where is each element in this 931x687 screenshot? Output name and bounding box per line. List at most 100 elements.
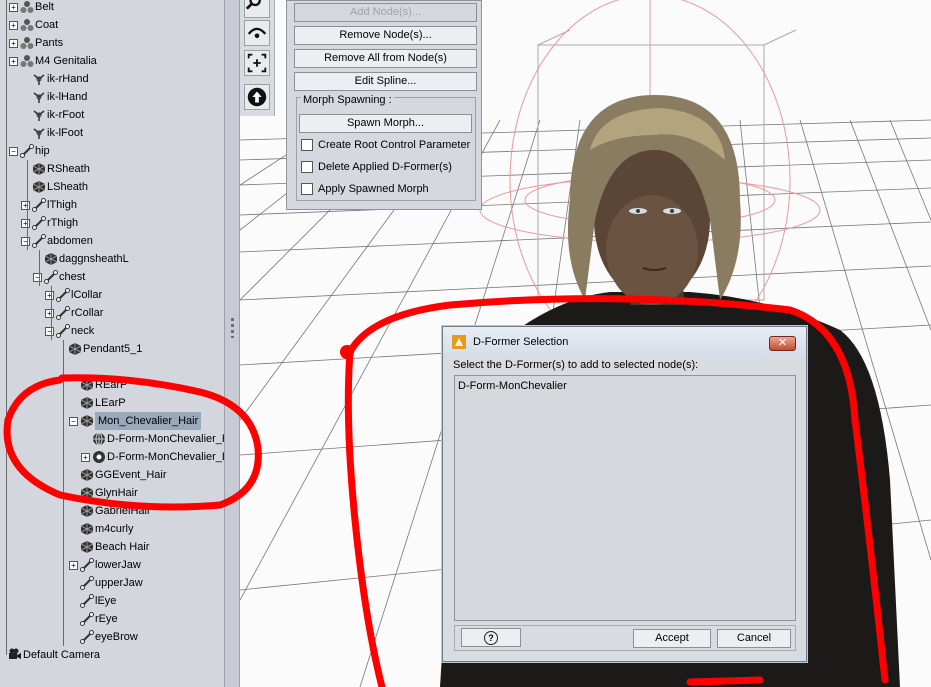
collapse-minus-icon[interactable]: − bbox=[33, 273, 42, 282]
tree-row[interactable]: − Mon_Chevalier_Hair bbox=[0, 412, 224, 430]
pane-splitter[interactable] bbox=[224, 0, 240, 687]
expand-plus-icon[interactable]: + bbox=[21, 201, 30, 210]
tree-row[interactable]: RSheath bbox=[0, 160, 224, 178]
collapse-minus-icon[interactable]: − bbox=[69, 417, 78, 426]
tree-row[interactable]: + rCollar bbox=[0, 304, 224, 322]
tree-row[interactable]: upperJaw bbox=[0, 574, 224, 592]
tree-row[interactable]: + lowerJaw bbox=[0, 556, 224, 574]
tree-row-label: GabrielHair bbox=[95, 505, 151, 517]
expand-plus-icon[interactable]: + bbox=[81, 453, 90, 462]
remove-nodes-button[interactable]: Remove Node(s)... bbox=[294, 26, 477, 45]
tree-row[interactable]: D-Form-MonChevalier_Fiel bbox=[0, 430, 224, 448]
tree-row[interactable]: LEarP bbox=[0, 394, 224, 412]
expand-plus-icon[interactable]: + bbox=[21, 219, 30, 228]
tree-row-label: lThigh bbox=[47, 199, 77, 211]
tree-row[interactable]: − neck bbox=[0, 322, 224, 340]
morph-spawning-label: Morph Spawning : bbox=[301, 94, 394, 107]
checkbox-box[interactable] bbox=[301, 161, 313, 173]
collapse-minus-icon[interactable]: − bbox=[21, 237, 30, 246]
tree-row-label: ik-rHand bbox=[47, 73, 89, 85]
tree-row[interactable]: − chest bbox=[0, 268, 224, 286]
tree-row[interactable]: eyeBrow bbox=[0, 628, 224, 646]
daz-app-icon bbox=[452, 335, 466, 349]
expand-plus-icon[interactable]: + bbox=[9, 57, 18, 66]
tree-row[interactable]: + rThigh bbox=[0, 214, 224, 232]
cancel-button[interactable]: Cancel bbox=[717, 629, 791, 648]
bone-icon bbox=[80, 558, 94, 572]
tree-row[interactable]: Beach Hair bbox=[0, 538, 224, 556]
checkbox-box[interactable] bbox=[301, 139, 313, 151]
tree-row[interactable]: LSheath bbox=[0, 178, 224, 196]
figure-icon bbox=[20, 37, 34, 49]
tree-row[interactable]: − abdomen bbox=[0, 232, 224, 250]
bone-icon bbox=[20, 144, 34, 158]
tree-row-label: m4curly bbox=[95, 523, 134, 535]
tree-connector bbox=[6, 0, 7, 655]
tree-row-label: ik-lHand bbox=[47, 91, 88, 103]
tree-row[interactable]: + D-Form-MonChevalier_Bas bbox=[0, 448, 224, 466]
expand-plus-icon[interactable]: + bbox=[69, 561, 78, 570]
tree-row[interactable]: GlynHair bbox=[0, 484, 224, 502]
bone-icon bbox=[80, 594, 94, 608]
tree-row[interactable]: daggnsheathL bbox=[0, 250, 224, 268]
tree-row[interactable]: + Belt bbox=[0, 0, 224, 16]
orbit-tool-button[interactable] bbox=[244, 20, 270, 46]
tree-row[interactable]: + Coat bbox=[0, 16, 224, 34]
help-button[interactable]: ? bbox=[461, 628, 521, 647]
tree-row[interactable]: + Pants bbox=[0, 34, 224, 52]
tree-row[interactable]: Default Camera bbox=[0, 646, 224, 664]
dialog-prompt: Select the D-Former(s) to add to selecte… bbox=[453, 359, 699, 371]
tree-row-label: Pendant5_1 bbox=[83, 343, 143, 355]
tree-row-label: GlynHair bbox=[95, 487, 138, 499]
tree-row[interactable]: + M4 Genitalia bbox=[0, 52, 224, 70]
expand-plus-icon[interactable]: + bbox=[9, 21, 18, 30]
tree-row[interactable]: m4curly bbox=[0, 520, 224, 538]
up-arrow-tool-button[interactable] bbox=[244, 84, 270, 110]
dformer-list-item[interactable]: D-Form-MonChevalier bbox=[458, 379, 567, 393]
collapse-minus-icon[interactable]: − bbox=[45, 327, 54, 336]
dialog-title-bar[interactable]: D-Former Selection ✕ bbox=[443, 327, 806, 357]
tree-row[interactable]: ik-lHand bbox=[0, 88, 224, 106]
tree-row[interactable]: + lCollar bbox=[0, 286, 224, 304]
edit-spline-button[interactable]: Edit Spline... bbox=[294, 72, 477, 91]
prop-icon bbox=[80, 523, 94, 535]
prop-icon bbox=[44, 253, 58, 265]
dialog-button-bar: ? Accept Cancel bbox=[454, 625, 796, 651]
tree-row[interactable]: ik-rFoot bbox=[0, 106, 224, 124]
tree-row[interactable]: REarP bbox=[0, 376, 224, 394]
tree-row[interactable]: ik-rHand bbox=[0, 70, 224, 88]
add-nodes-button[interactable]: Add Node(s)... bbox=[294, 3, 477, 22]
collapse-minus-icon[interactable]: − bbox=[9, 147, 18, 156]
tree-connector bbox=[39, 250, 40, 286]
bone-icon bbox=[80, 630, 94, 644]
expand-plus-icon[interactable]: + bbox=[45, 309, 54, 318]
tree-row[interactable]: Pendant5_1 bbox=[0, 340, 224, 358]
tree-row[interactable]: ik-lFoot bbox=[0, 124, 224, 142]
frame-tool-button[interactable] bbox=[244, 50, 270, 76]
zoom-tool-button[interactable] bbox=[244, 0, 270, 18]
expand-plus-icon[interactable]: + bbox=[9, 39, 18, 48]
tree-row-label: ik-rFoot bbox=[47, 109, 85, 121]
checkbox-box[interactable] bbox=[301, 183, 313, 195]
dformer-list[interactable]: D-Form-MonChevalier bbox=[454, 375, 796, 621]
tree-row[interactable]: + lThigh bbox=[0, 196, 224, 214]
expand-plus-icon[interactable]: + bbox=[9, 3, 18, 12]
spawn-morph-button[interactable]: Spawn Morph... bbox=[299, 114, 472, 133]
tree-row[interactable]: GGEvent_Hair bbox=[0, 466, 224, 484]
tree-connector bbox=[51, 286, 52, 340]
tree-row-label: daggnsheathL bbox=[59, 253, 129, 265]
expand-plus-icon[interactable]: + bbox=[45, 291, 54, 300]
accept-button[interactable]: Accept bbox=[633, 629, 711, 648]
prop-icon bbox=[32, 181, 46, 193]
tree-row[interactable]: lEye bbox=[0, 592, 224, 610]
orbit-icon bbox=[247, 27, 267, 39]
tree-row-label: D-Form-MonChevalier_Bas bbox=[107, 451, 224, 463]
ik-icon bbox=[33, 92, 45, 103]
tree-row[interactable]: − hip bbox=[0, 142, 224, 160]
close-button[interactable]: ✕ bbox=[769, 336, 796, 351]
tree-row[interactable]: rEye bbox=[0, 610, 224, 628]
tree-row-label: LEarP bbox=[95, 397, 126, 409]
remove-all-from-nodes-button[interactable]: Remove All from Node(s) bbox=[294, 49, 477, 68]
tree-row[interactable]: GabrielHair bbox=[0, 502, 224, 520]
tree-row-label: Mon_Chevalier_Hair bbox=[95, 412, 202, 430]
